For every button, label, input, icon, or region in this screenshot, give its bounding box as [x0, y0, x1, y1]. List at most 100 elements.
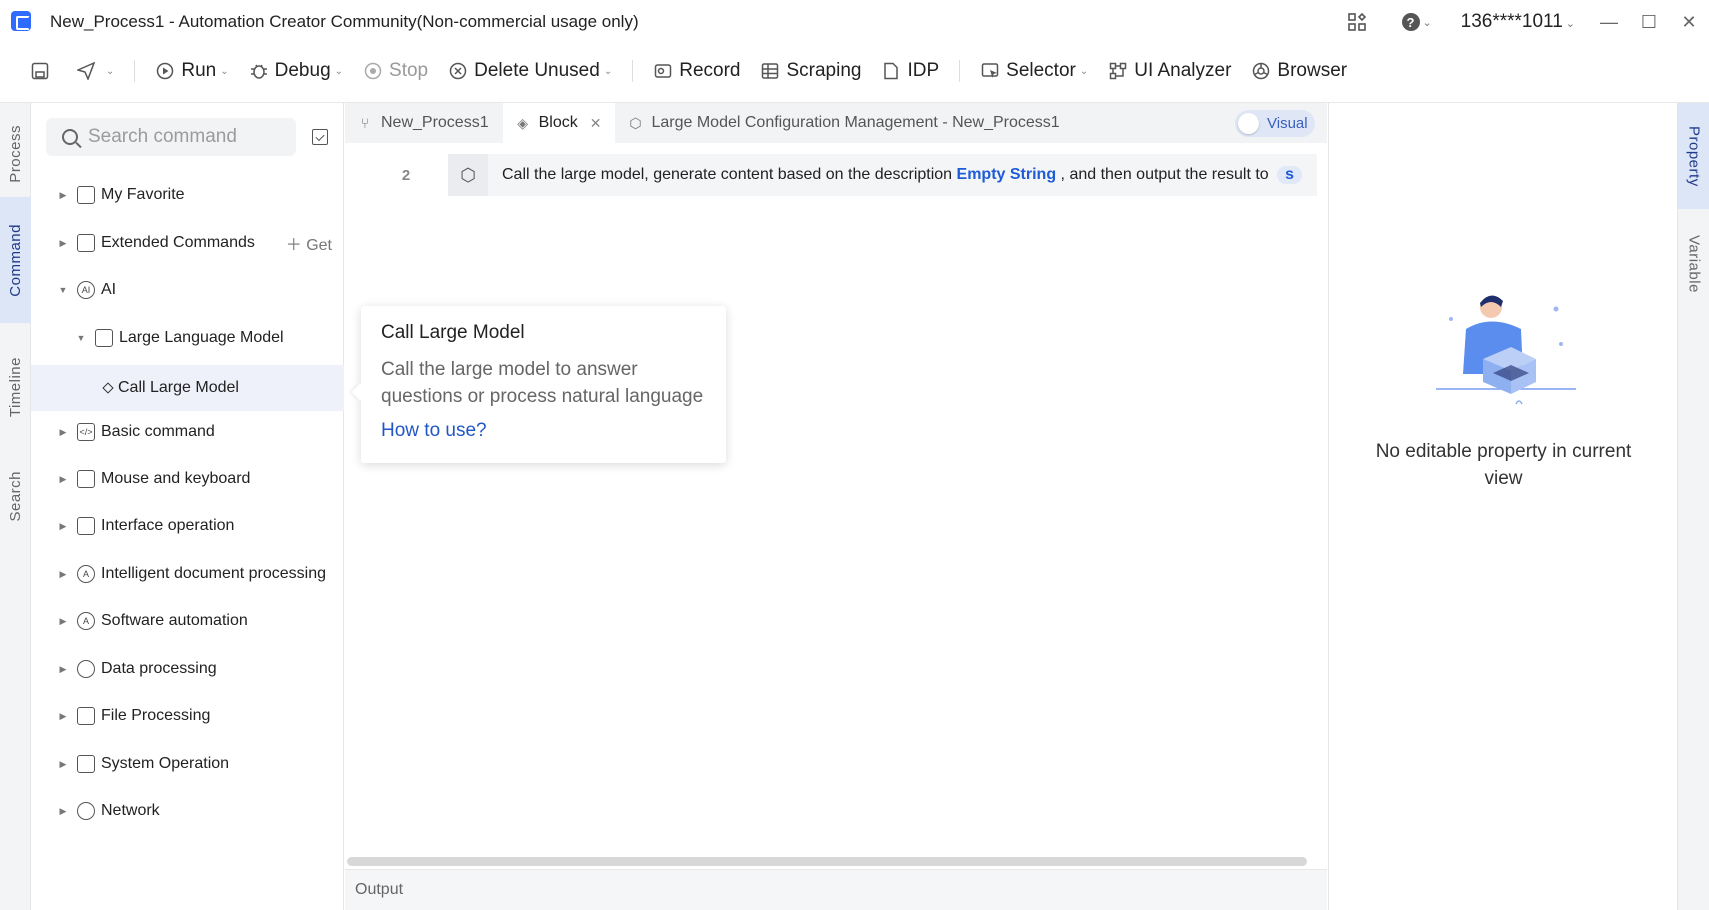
app-logo-icon [11, 11, 31, 31]
tree-item-interface-operation[interactable]: ▶ Interface operation [31, 506, 344, 546]
ui-analyzer-button[interactable]: UI Analyzer [1108, 50, 1231, 92]
play-icon [155, 61, 175, 81]
record-icon [653, 61, 673, 81]
document-icon [881, 61, 901, 81]
editor-tabs: ⑂ New_Process1 ◈ Block ✕ ⬡ Large Model C… [345, 103, 1327, 143]
tab-block[interactable]: ◈ Block ✕ [502, 103, 616, 143]
stop-icon [363, 61, 383, 81]
rail-tab-search[interactable]: Search [0, 459, 31, 533]
tree-item-call-large-model[interactable]: Call Large Model [31, 365, 344, 411]
close-tab-icon[interactable]: ✕ [590, 115, 602, 132]
software-icon: A [77, 612, 95, 630]
stop-button[interactable]: Stop [363, 50, 428, 92]
extension-icon [77, 234, 95, 252]
maximize-button[interactable]: ☐ [1629, 0, 1669, 44]
search-icon [62, 129, 78, 145]
tab-new-process1[interactable]: ⑂ New_Process1 [345, 103, 503, 143]
bug-icon [249, 61, 269, 81]
tree-item-intelligent-document-processing[interactable]: ▶ A Intelligent document processing [31, 554, 344, 594]
layers-icon: ◈ [517, 114, 528, 131]
tab-large-model-configuration[interactable]: ⬡ Large Model Configuration Management -… [615, 103, 1073, 143]
editor-area: ⑂ New_Process1 ◈ Block ✕ ⬡ Large Model C… [345, 103, 1327, 910]
main-toolbar: ⌄ Run ⌄ Debug ⌄ Stop Delete Unused ⌄ Record… [0, 50, 1709, 92]
folder-icon [77, 186, 95, 204]
cube-icon: ⬡ [629, 114, 642, 131]
tree-item-extended-commands[interactable]: ▶ Extended Commands ＋ Get [31, 223, 344, 263]
left-rail: Process Command Timeline Search [0, 103, 31, 910]
send-icon [76, 61, 96, 81]
cube-icon: ⬡ [448, 154, 488, 196]
get-extensions-button[interactable]: ＋ Get [286, 231, 332, 255]
rail-tab-timeline[interactable]: Timeline [0, 349, 31, 425]
tree-item-file-processing[interactable]: ▶ File Processing [31, 696, 344, 736]
tree-item-network[interactable]: ▶ Network [31, 791, 344, 831]
document-ai-icon: A [77, 565, 95, 583]
code-line[interactable]: 2 ⬡ Call the large model, generate conte… [345, 154, 1317, 196]
tree-item-software-automation[interactable]: ▶ A Software automation [31, 601, 344, 641]
flow-icon: ⑂ [360, 115, 370, 131]
monitor-icon [77, 755, 95, 773]
idp-button[interactable]: IDP [881, 50, 939, 92]
scraping-button[interactable]: Scraping [760, 50, 861, 92]
tree-item-system-operation[interactable]: ▶ System Operation [31, 744, 344, 784]
tree-item-large-language-model[interactable]: ▼ Large Language Model [31, 318, 344, 358]
browser-button[interactable]: Browser [1251, 50, 1347, 92]
help-menu-button[interactable]: ? ⌄ [1397, 8, 1437, 36]
minimize-button[interactable]: — [1589, 0, 1629, 44]
selector-button[interactable]: Selector ⌄ [980, 50, 1088, 92]
rail-tab-command[interactable]: Command [0, 197, 31, 323]
user-account[interactable]: 136****1011 ⌄ [1461, 11, 1575, 33]
command-panel: ▶ My Favorite ▶ Extended Commands ＋ Get … [31, 103, 344, 910]
run-button[interactable]: Run ⌄ [155, 50, 229, 92]
visual-toggle[interactable]: Visual [1235, 110, 1315, 137]
browser-icon [1251, 61, 1271, 81]
debug-button[interactable]: Debug ⌄ [249, 50, 343, 92]
window-icon [77, 517, 95, 535]
ai-icon: AI [77, 281, 95, 299]
collapse-all-icon[interactable] [312, 129, 328, 145]
diamond-icon [102, 382, 114, 394]
table-icon [760, 61, 780, 81]
globe-icon [77, 802, 95, 820]
window-title: New_Process1 - Automation Creator Commun… [50, 12, 639, 31]
toggle-knob [1238, 113, 1259, 134]
command-text: Call the large model, generate content b… [502, 166, 1303, 184]
record-button[interactable]: Record [653, 50, 740, 92]
rail-tab-process[interactable]: Process [0, 111, 31, 197]
command-search-box[interactable] [46, 118, 296, 156]
save-button[interactable] [30, 50, 56, 92]
tree-item-mouse-and-keyboard[interactable]: ▶ Mouse and keyboard [31, 459, 344, 499]
layout-switch-icon[interactable] [1343, 8, 1371, 36]
tree-item-my-favorite[interactable]: ▶ My Favorite [31, 175, 344, 215]
description-param[interactable]: Empty String [957, 166, 1057, 183]
analyzer-icon [1108, 61, 1128, 81]
selector-icon [980, 61, 1000, 81]
save-icon [30, 61, 50, 81]
tooltip-description: Call the large model to answer questions… [381, 359, 704, 407]
rail-tab-property[interactable]: Property [1678, 103, 1709, 209]
how-to-use-link[interactable]: How to use? [381, 420, 487, 442]
code-icon: </> [77, 423, 95, 441]
publish-button[interactable]: ⌄ [76, 50, 114, 92]
cube-icon [95, 329, 113, 347]
empty-state-text: No editable property in current view [1375, 441, 1632, 489]
line-number: 2 [401, 166, 411, 184]
rail-tab-variable[interactable]: Variable [1678, 219, 1709, 309]
output-panel-header[interactable]: Output [345, 869, 1327, 910]
empty-state-illustration [1436, 295, 1576, 405]
tree-item-data-processing[interactable]: ▶ Data processing [31, 649, 344, 689]
tree-item-basic-command[interactable]: ▶ </> Basic command [31, 412, 344, 452]
search-input[interactable] [88, 126, 268, 148]
property-panel: No editable property in current view [1328, 103, 1677, 910]
command-tooltip: Call Large Model Call the large model to… [361, 306, 726, 463]
right-rail: Property Variable [1677, 103, 1709, 910]
pie-chart-icon [77, 660, 95, 678]
command-block[interactable]: ⬡ Call the large model, generate content… [448, 154, 1317, 196]
tree-item-ai[interactable]: ▼ AI AI [31, 270, 344, 310]
tooltip-title: Call Large Model [381, 322, 525, 343]
output-variable[interactable]: s [1277, 166, 1303, 184]
horizontal-scrollbar[interactable] [347, 857, 1307, 866]
delete-unused-button[interactable]: Delete Unused ⌄ [448, 50, 612, 92]
close-window-button[interactable]: ✕ [1669, 0, 1709, 44]
file-icon [77, 707, 95, 725]
